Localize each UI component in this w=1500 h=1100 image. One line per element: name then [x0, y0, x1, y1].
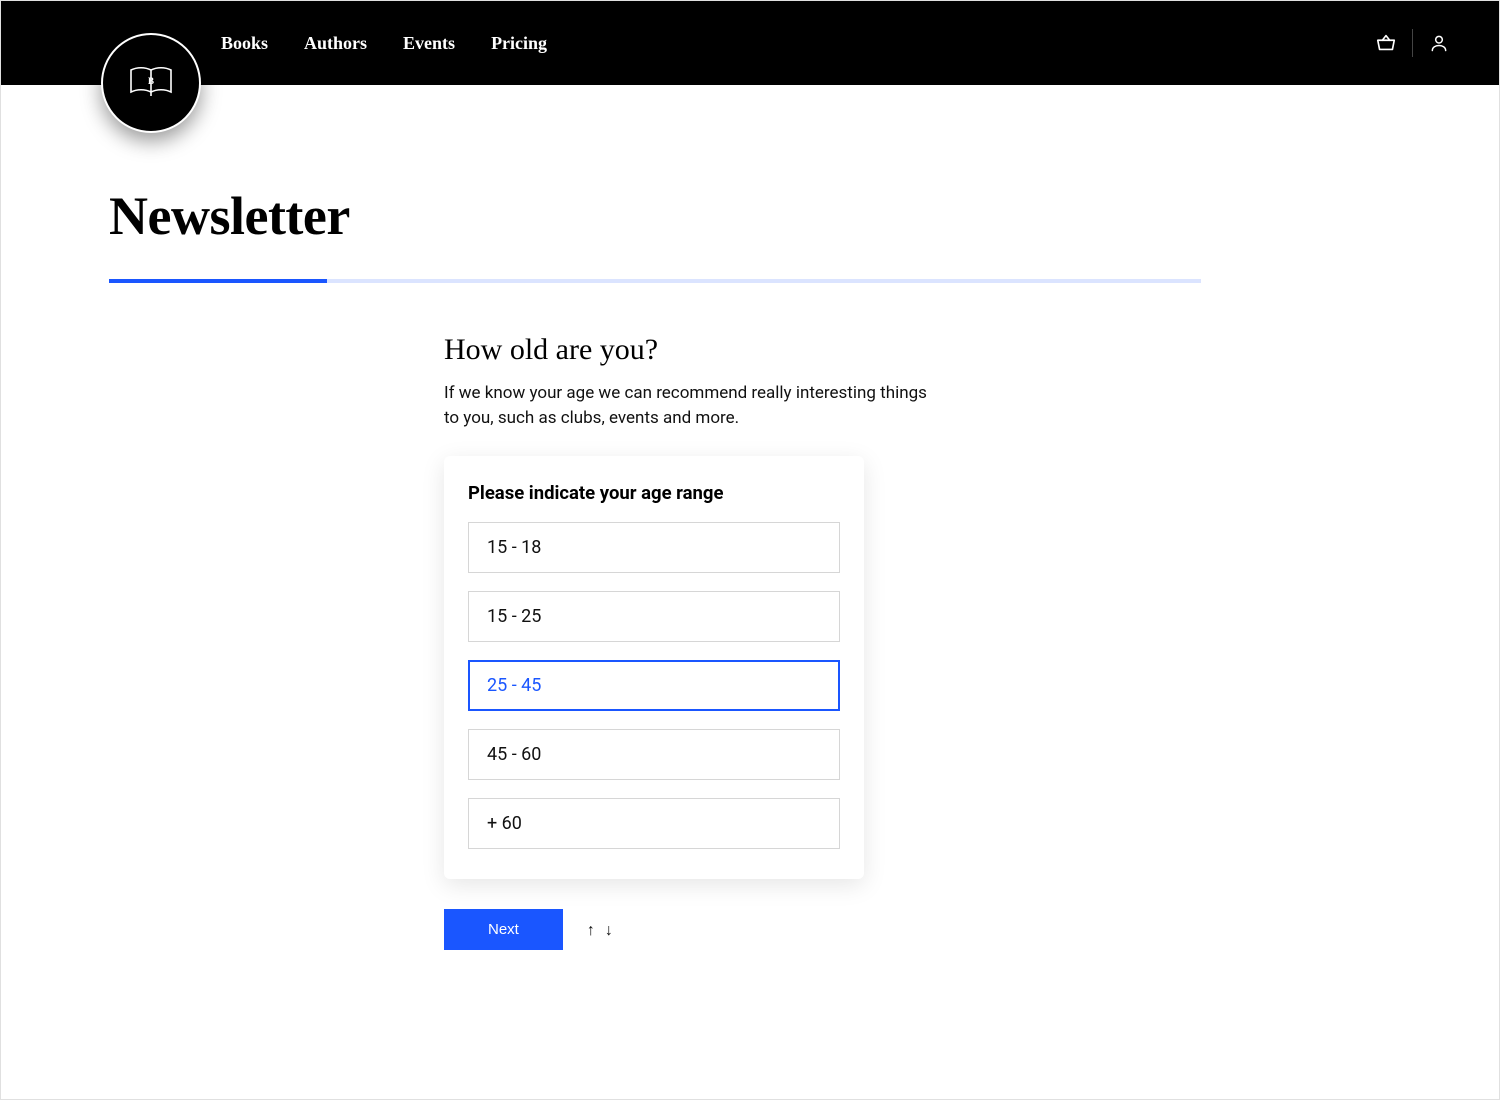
- header-divider: [1412, 29, 1413, 57]
- page-content: Newsletter How old are you? If we know y…: [1, 85, 1499, 950]
- age-option-0[interactable]: 15 - 18: [468, 522, 840, 573]
- question-section: How old are you? If we know your age we …: [444, 333, 1004, 950]
- main-nav: Books Authors Events Pricing: [221, 33, 547, 54]
- header-actions: [1366, 23, 1459, 63]
- nav-authors[interactable]: Authors: [304, 33, 367, 54]
- arrow-down-icon[interactable]: ↓: [605, 920, 613, 940]
- age-option-2[interactable]: 25 - 45: [468, 660, 840, 711]
- page-title: Newsletter: [109, 185, 1379, 247]
- question-description: If we know your age we can recommend rea…: [444, 381, 944, 430]
- nav-pricing[interactable]: Pricing: [491, 33, 547, 54]
- basket-button[interactable]: [1366, 23, 1406, 63]
- nav-books[interactable]: Books: [221, 33, 268, 54]
- age-range-card: Please indicate your age range 15 - 18 15…: [444, 456, 864, 879]
- account-button[interactable]: [1419, 23, 1459, 63]
- header-bar: B Books Authors Events Pricing: [1, 1, 1499, 85]
- user-icon: [1429, 33, 1449, 53]
- age-option-3[interactable]: 45 - 60: [468, 729, 840, 780]
- progress-bar: [109, 279, 1201, 283]
- question-title: How old are you?: [444, 333, 1004, 367]
- age-option-4[interactable]: + 60: [468, 798, 840, 849]
- age-option-1[interactable]: 15 - 25: [468, 591, 840, 642]
- arrow-up-icon[interactable]: ↑: [587, 920, 595, 940]
- form-actions: Next ↑ ↓: [444, 909, 1004, 950]
- nav-events[interactable]: Events: [403, 33, 455, 54]
- svg-text:B: B: [148, 76, 154, 86]
- next-button[interactable]: Next: [444, 909, 563, 950]
- progress-fill: [109, 279, 327, 283]
- book-icon: B: [129, 66, 173, 100]
- basket-icon: [1375, 32, 1397, 54]
- brand-logo[interactable]: B: [101, 33, 201, 133]
- nav-arrows: ↑ ↓: [587, 920, 613, 940]
- card-heading: Please indicate your age range: [468, 482, 840, 504]
